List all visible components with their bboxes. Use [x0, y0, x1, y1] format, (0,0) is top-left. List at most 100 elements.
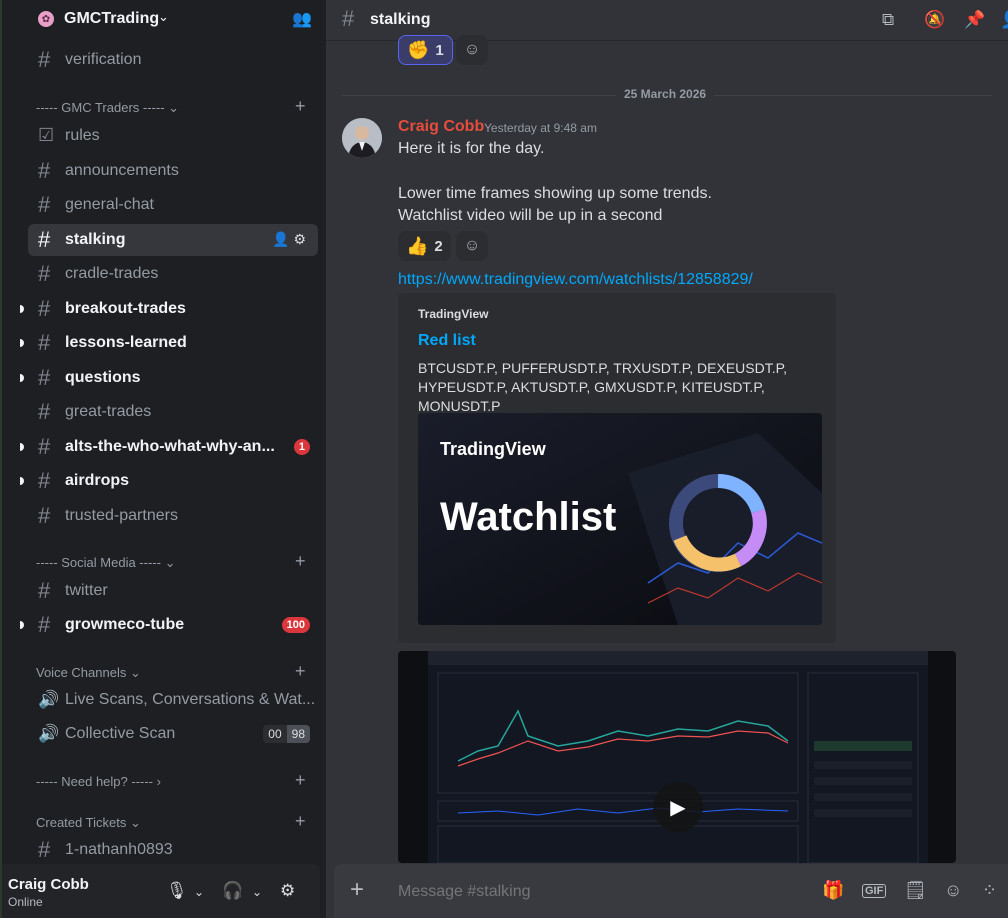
unread-indicator — [20, 305, 24, 313]
threads-icon[interactable]: ⧉ — [882, 10, 894, 30]
members-icon[interactable]: 👤 — [1000, 10, 1008, 30]
hash-icon: # — [342, 6, 355, 31]
reaction-count: 1 — [435, 41, 444, 59]
chevron-down-icon: ⌄ — [129, 665, 141, 680]
chevron-right-icon: › — [156, 774, 161, 789]
channel-announcements[interactable]: # announcements — [28, 155, 318, 187]
add-channel-icon[interactable]: + — [295, 661, 306, 682]
channel-label: cradle-trades — [65, 265, 159, 282]
hash-icon: # — [38, 296, 51, 321]
category-label: ----- Need help? ----- — [36, 774, 154, 789]
mention-badge: 100 — [281, 617, 310, 633]
unread-indicator — [20, 339, 24, 347]
hash-icon: # — [38, 330, 51, 355]
unread-indicator — [20, 374, 24, 382]
channel-airdrops[interactable]: # airdrops — [20, 465, 318, 497]
headphones-icon[interactable]: 🎧 — [222, 881, 243, 901]
channel-trusted-partners[interactable]: # trusted-partners — [28, 500, 318, 532]
category-label: Created Tickets — [36, 815, 127, 830]
rules-icon: ☑ — [38, 125, 55, 145]
category-need-help[interactable]: ----- Need help? ----- › — [36, 774, 161, 789]
category-label: ----- GMC Traders ----- — [36, 100, 165, 115]
hash-icon: # — [38, 227, 51, 252]
channel-alts[interactable]: # alts-the-who-what-why-an... 1 — [20, 431, 318, 463]
link-embed: TradingView Red list BTCUSDT.P, PUFFERUS… — [398, 293, 836, 643]
add-channel-icon[interactable]: + — [295, 770, 306, 791]
avatar[interactable] — [342, 118, 382, 158]
add-reaction-icon[interactable]: ☺ — [456, 231, 488, 261]
invite-icon[interactable]: 👤 — [272, 231, 293, 247]
channel-label: 1-nathanh0893 — [65, 841, 173, 858]
microphone-icon[interactable]: 🎙 — [166, 881, 188, 901]
message-author[interactable]: Craig Cobb — [398, 118, 484, 136]
channel-stalking[interactable]: # stalking 👤⚙ — [28, 224, 318, 256]
channel-general-chat[interactable]: # general-chat — [28, 189, 318, 221]
play-icon[interactable]: ▶ — [653, 782, 703, 832]
mention-badge: 1 — [293, 439, 310, 455]
pin-icon[interactable]: 📌 — [964, 10, 985, 30]
channel-rules[interactable]: ☑ rules — [28, 120, 318, 152]
invite-people-icon[interactable]: 👥 — [292, 9, 312, 29]
voice-channel-collective-scan[interactable]: 🔊 Collective Scan 00 98 — [28, 718, 318, 750]
mute-bell-icon[interactable]: 🔕 — [924, 10, 945, 30]
server-icon: ✿ — [38, 11, 54, 27]
reaction-button[interactable]: ✊ 1 — [398, 35, 453, 65]
channel-cradle-trades[interactable]: # cradle-trades — [28, 258, 318, 290]
channel-label: general-chat — [65, 196, 154, 213]
speaker-icon: 🔊 — [38, 724, 60, 743]
server-header[interactable]: ✿ GMCTrading ⌄ 👥 — [2, 0, 326, 40]
attach-plus-icon[interactable]: + — [350, 876, 364, 904]
message-text: Watchlist video will be up in a second — [398, 207, 663, 224]
hash-icon: # — [38, 468, 51, 493]
hash-icon: # — [38, 612, 51, 637]
server-name: GMCTrading — [64, 10, 160, 27]
unread-indicator — [20, 443, 24, 451]
sticker-icon[interactable]: 🗒 — [904, 880, 927, 901]
hash-icon: # — [38, 158, 51, 183]
channel-verification[interactable]: # verification — [28, 44, 318, 76]
user-name[interactable]: Craig Cobb — [8, 876, 89, 893]
channel-growmeco-tube[interactable]: # growmeco-tube 100 — [20, 609, 318, 641]
category-voice-channels[interactable]: Voice Channels ⌄ — [36, 665, 141, 681]
category-label: ----- Social Media ----- — [36, 555, 161, 570]
gif-icon[interactable]: GIF — [862, 884, 887, 898]
chevron-down-icon: ⌄ — [158, 9, 169, 24]
channel-twitter[interactable]: # twitter — [28, 575, 318, 607]
message-link[interactable]: https://www.tradingview.com/watchlists/1… — [398, 271, 753, 289]
apps-icon[interactable]: ⁘ — [982, 880, 997, 901]
embed-title[interactable]: Red list — [418, 332, 476, 350]
gear-icon[interactable]: ⚙ — [280, 881, 295, 901]
chevron-down-icon[interactable]: ⌄ — [194, 885, 204, 899]
embed-image[interactable]: TradingView Watchlist — [418, 413, 822, 625]
channel-questions[interactable]: # questions — [20, 362, 318, 394]
category-created-tickets[interactable]: Created Tickets ⌄ — [36, 815, 141, 831]
channel-ticket[interactable]: # 1-nathanh0893 — [28, 834, 318, 866]
reaction-button[interactable]: 👍 2 — [398, 231, 451, 261]
gift-icon[interactable]: 🎁 — [822, 880, 844, 901]
category-social-media[interactable]: ----- Social Media ----- ⌄ — [36, 555, 175, 571]
message-input[interactable] — [398, 883, 758, 901]
video-attachment[interactable]: ▶ — [398, 651, 956, 863]
channel-label: verification — [65, 51, 142, 68]
add-channel-icon[interactable]: + — [295, 811, 306, 832]
user-limit-badge: 00 98 — [263, 725, 310, 743]
discord-app: ✿ GMCTrading ⌄ 👥 # verification ----- GM… — [0, 0, 1008, 918]
category-gmc-traders[interactable]: ----- GMC Traders ----- ⌄ — [36, 100, 179, 116]
gear-icon[interactable]: ⚙ — [293, 231, 310, 247]
add-channel-icon[interactable]: + — [295, 551, 306, 572]
channel-great-trades[interactable]: # great-trades — [28, 396, 318, 428]
embed-provider[interactable]: TradingView — [418, 307, 488, 321]
channel-lessons-learned[interactable]: # lessons-learned — [20, 327, 318, 359]
tradingview-logo: TradingView — [440, 439, 546, 459]
chevron-down-icon[interactable]: ⌄ — [252, 885, 262, 899]
add-reaction-icon[interactable]: ☺ — [456, 35, 488, 65]
add-channel-icon[interactable]: + — [295, 96, 306, 117]
reaction-emoji: 👍 — [406, 235, 429, 256]
hash-icon: # — [38, 365, 51, 390]
hash-icon: # — [38, 578, 51, 603]
user-panel: Craig Cobb Online 🎙 ⌄ 🎧 ⌄ ⚙ — [2, 864, 320, 918]
voice-channel-live-scans[interactable]: 🔊 Live Scans, Conversations & Wat... — [28, 684, 318, 716]
channel-breakout-trades[interactable]: # breakout-trades — [20, 293, 318, 325]
emoji-icon[interactable]: ☺ — [944, 880, 962, 901]
channel-label: Live Scans, Conversations & Wat... — [65, 691, 316, 708]
